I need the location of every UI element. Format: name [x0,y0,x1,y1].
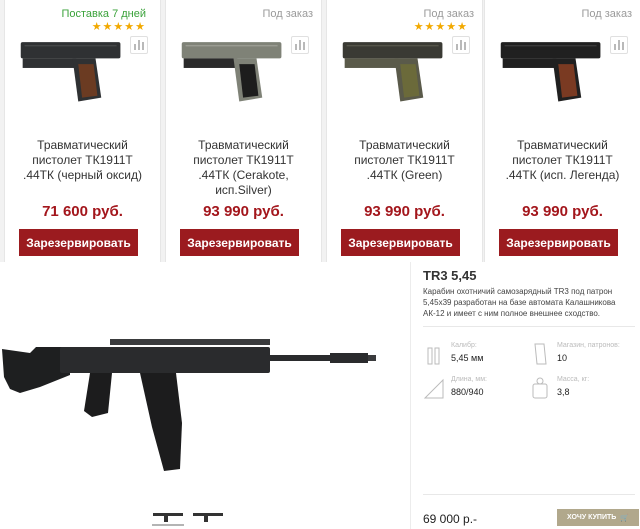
spec-weight: Масса, кг: 3,8 [529,374,629,410]
availability-label: Под заказ [262,8,313,20]
product-name: TR3 5,45 [423,268,477,283]
reserve-button[interactable]: Зарезервировать [341,229,460,256]
cart-icon: 🛒 [620,514,630,522]
availability-label: Под заказ [581,8,632,20]
compare-icon[interactable] [610,36,628,54]
spec-magazine: Магазин, патронов: 10 [529,340,629,376]
product-detail: TR3 5,45 Карабин охотничий самозарядный … [0,262,640,529]
divider [423,326,635,327]
product-price: 69 000 р.- [423,512,478,526]
cartridge-icon [427,347,440,365]
product-gallery [0,262,410,529]
product-price: 93 990 руб. [522,203,603,220]
product-card[interactable]: Под заказ ★★★★★ Травматический пистолет … [326,0,483,262]
product-info-panel: TR3 5,45 Карабин охотничий самозарядный … [410,262,640,529]
rifle-image[interactable] [0,317,380,497]
rifle-thumbnail[interactable] [152,508,184,526]
product-card[interactable]: Под заказ Травматический пистолет ТК1911… [165,0,322,262]
compare-icon[interactable] [452,36,470,54]
spec-caliber: Калибр: 5,45 мм [423,340,523,376]
product-price: 93 990 руб. [203,203,284,220]
reserve-button[interactable]: Зарезервировать [19,229,138,256]
availability-label: Поставка 7 дней [61,8,146,20]
compare-icon[interactable] [130,36,148,54]
buy-button[interactable]: ХОЧУ КУПИТЬ 🛒 [557,509,639,526]
product-description: Карабин охотничий самозарядный TR3 под п… [423,287,616,318]
compare-icon[interactable] [291,36,309,54]
product-title[interactable]: Травматический пистолет ТК1911Т .44ТК (C… [166,138,321,198]
rifle-thumbnail[interactable] [192,508,224,526]
availability-label: Под заказ [423,8,474,20]
ruler-icon [423,378,444,399]
thumbnail-strip [152,508,224,526]
weight-icon [532,377,548,399]
product-title[interactable]: Травматический пистолет ТК1911Т .44ТК (G… [327,138,482,183]
product-card[interactable]: Под заказ Травматический пистолет ТК1911… [484,0,640,262]
divider [423,494,635,495]
product-price: 71 600 руб. [42,203,123,220]
pistol-image[interactable] [176,28,291,106]
product-price: 93 990 руб. [364,203,445,220]
reserve-button[interactable]: Зарезервировать [180,229,299,256]
pistol-image[interactable] [495,28,610,106]
pistol-image[interactable] [15,28,130,106]
magazine-icon [534,343,547,365]
product-title[interactable]: Травматический пистолет ТК1911Т .44ТК (и… [485,138,640,183]
reserve-button[interactable]: Зарезервировать [499,229,618,256]
spec-length: Длина, мм: 880/940 [423,374,523,410]
product-card[interactable]: Поставка 7 дней ★★★★★ Травматический пис… [4,0,161,262]
pistol-image[interactable] [337,28,452,106]
product-title[interactable]: Травматический пистолет ТК1911Т .44ТК (ч… [5,138,160,183]
product-grid: Поставка 7 дней ★★★★★ Травматический пис… [0,0,640,262]
